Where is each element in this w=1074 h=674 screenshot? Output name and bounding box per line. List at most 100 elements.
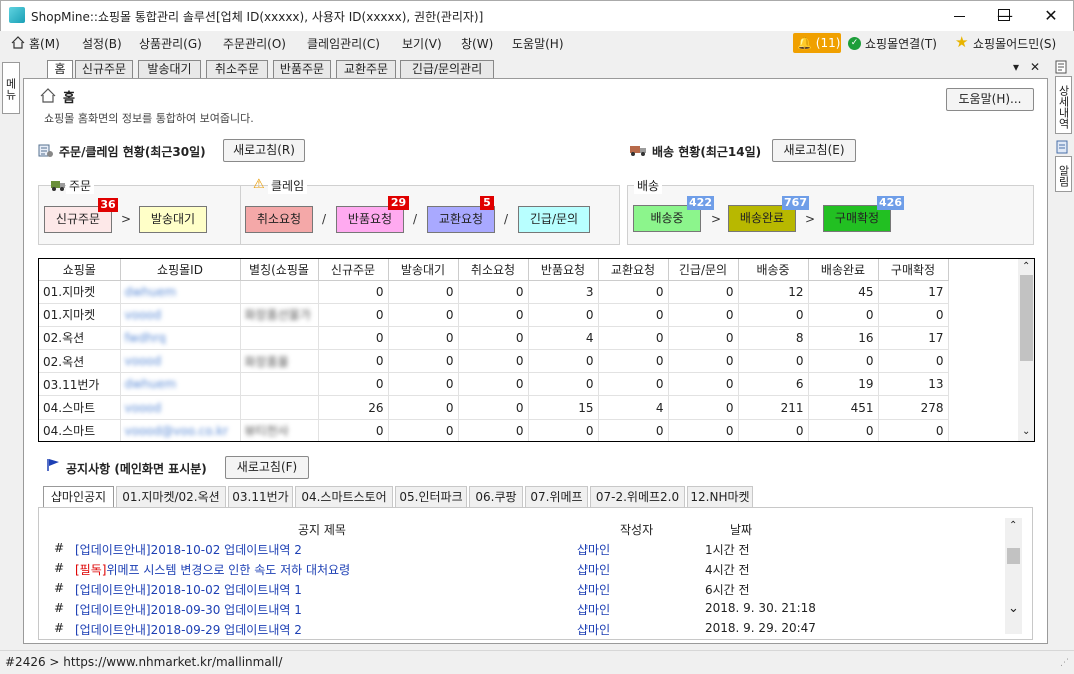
scroll-up-icon[interactable]: ⌃ — [1022, 261, 1030, 272]
menu-window[interactable]: 창(W) — [461, 35, 493, 52]
notice-title-link[interactable]: [업데이트안내]2018-09-29 업데이트내역 2 — [75, 621, 302, 638]
menu-view[interactable]: 보기(V) — [402, 35, 442, 52]
grid-col-header[interactable]: 배송완료 — [808, 259, 879, 281]
tab-return-order[interactable]: 반품주문 — [273, 60, 331, 78]
grid-row[interactable]: 04.스마트 voood 26 0 0 15 4 0 211 451 278 — [39, 395, 949, 420]
grid-col-header[interactable]: 반품요청 — [528, 259, 599, 281]
grid-col-header[interactable]: 배송중 — [738, 259, 809, 281]
tab-ship-wait[interactable]: 발송대기 — [138, 60, 201, 78]
grid-col-header[interactable]: 별칭(쇼핑몰 — [240, 259, 319, 281]
notice-tab-nhmarket[interactable]: 12.NH마켓 — [687, 486, 753, 507]
notice-tab-wemakeprice[interactable]: 07.위메프 — [525, 486, 588, 507]
side-menu-tab[interactable]: 메뉴 — [2, 62, 20, 114]
notice-title-link[interactable]: [업데이트안내]2018-10-02 업데이트내역 2 — [75, 541, 302, 558]
mall-id-cell[interactable]: voood — [120, 349, 241, 374]
notice-tab-interpark[interactable]: 05.인터파크 — [395, 486, 467, 507]
notice-tab-wemakeprice2[interactable]: 07-2.위메프2.0 — [590, 486, 685, 507]
mall-admin-button[interactable]: 쇼핑몰어드민(S) — [973, 35, 1056, 52]
tab-home[interactable]: 홈 — [47, 60, 73, 79]
notice-tab-11st[interactable]: 03.11번가 — [228, 486, 293, 507]
notice-title-link[interactable]: [업데이트안내]2018-09-30 업데이트내역 1 — [75, 601, 302, 618]
grid-col-header[interactable]: 교환요청 — [598, 259, 669, 281]
notice-refresh-button[interactable]: 새로고침(F) — [225, 456, 309, 479]
notice-row[interactable]: # [필독]위메프 시스템 변경으로 인한 속도 저하 대처요령 샵마인 4시간 전 — [48, 561, 808, 581]
grid-col-header[interactable]: 쇼핑몰 — [39, 259, 121, 281]
side-alarm-tab[interactable]: 알림 — [1055, 156, 1072, 192]
scroll-down-icon[interactable]: ⌄ — [1022, 426, 1030, 437]
grid-col-header[interactable]: 긴급/문의 — [668, 259, 739, 281]
notice-col-author: 작성자 — [620, 523, 654, 537]
notice-title-text[interactable]: 위메프 시스템 변경으로 인한 속도 저하 대처요령 — [106, 563, 350, 577]
return-request-box[interactable]: 반품요청 — [336, 206, 404, 233]
purchase-confirmed-count: 426 — [877, 196, 904, 210]
grid-col-header[interactable]: 구매확정 — [878, 259, 949, 281]
grid-row[interactable]: 01.지마켓 voood 화장품선물가 0 0 0 0 0 0 0 0 0 — [39, 303, 949, 327]
ship-wait-box[interactable]: 발송대기 — [139, 206, 207, 233]
mall-id-cell[interactable]: dwhuem — [120, 372, 241, 397]
notice-row[interactable]: # [업데이트안내]2018-10-02 업데이트내역 2 샵마인 1시간 전 — [48, 541, 808, 561]
mall-id-cell[interactable]: fwdhrq — [120, 326, 241, 351]
mall-connect-button[interactable]: 쇼핑몰연결(T) — [865, 35, 937, 52]
notice-title-link[interactable]: [필독]위메프 시스템 변경으로 인한 속도 저하 대처요령 — [75, 561, 350, 578]
grid-col-header[interactable]: 쇼핑몰ID — [120, 259, 241, 281]
notice-prefix: [필독] — [75, 563, 107, 577]
menu-settings[interactable]: 설정(B) — [82, 35, 122, 52]
grid-col-header[interactable]: 취소요청 — [458, 259, 529, 281]
grid-row[interactable]: 02.옥션 fwdhrq 0 0 0 4 0 0 8 16 17 — [39, 326, 949, 351]
mall-id-cell[interactable]: dwhuem — [120, 280, 241, 304]
notice-title-text[interactable]: [업데이트안내]2018-10-02 업데이트내역 2 — [75, 543, 302, 557]
cancel-request-box[interactable]: 취소요청 — [245, 206, 313, 233]
menu-product[interactable]: 상품관리(G) — [139, 35, 202, 52]
help-button[interactable]: 도움말(H)... — [946, 88, 1034, 111]
count-cell: 0 — [878, 303, 949, 327]
notice-scrollbar[interactable] — [1005, 518, 1022, 634]
mall-id-cell[interactable]: voood — [120, 395, 241, 420]
notice-row[interactable]: # [업데이트안내]2018-09-30 업데이트내역 1 샵마인 2018. 9. … — [48, 601, 816, 621]
notice-tab-smartstore[interactable]: 04.스마트스토어 — [295, 486, 393, 507]
tab-urgent-inquiry[interactable]: 긴급/문의관리 — [400, 60, 494, 78]
notice-title-text[interactable]: [업데이트안내]2018-10-02 업데이트내역 1 — [75, 583, 302, 597]
ship-refresh-button[interactable]: 새로고침(E) — [772, 139, 856, 162]
tab-list-dropdown[interactable]: ▾ — [1013, 60, 1019, 74]
notice-tab-gmarket-auction[interactable]: 01.지마켓/02.옥션 — [116, 486, 226, 507]
alarm-button[interactable]: 🔔 (11) — [793, 33, 841, 53]
count-cell: 0 — [318, 419, 389, 441]
tab-new-order[interactable]: 신규주문 — [75, 60, 133, 78]
notice-title-text[interactable]: [업데이트안내]2018-09-29 업데이트내역 2 — [75, 623, 302, 637]
tab-cancel-order[interactable]: 취소주문 — [206, 60, 268, 78]
grid-row[interactable]: 04.스마트 voood@voo.co.kr 뷰티천사 0 0 0 0 0 0 0 0 0 — [39, 419, 949, 441]
notice-row[interactable]: # [업데이트안내]2018-09-29 업데이트내역 2 샵마인 2018. 9. … — [48, 621, 816, 641]
grid-row[interactable]: 03.11번가 dwhuem 0 0 0 0 0 0 6 19 13 — [39, 372, 949, 397]
tab-exchange-order[interactable]: 교환주문 — [336, 60, 396, 78]
menu-help[interactable]: 도움말(H) — [512, 35, 564, 52]
exchange-request-box[interactable]: 교환요청 — [427, 206, 495, 233]
notice-scroll-down-icon[interactable]: ⌄ — [1008, 601, 1019, 616]
minimize-button-alt[interactable] — [936, 0, 982, 31]
mall-id-cell[interactable]: voood@voo.co.kr — [120, 419, 241, 441]
urgent-inquiry-box[interactable]: 긴급/문의 — [518, 206, 590, 233]
order-refresh-button[interactable]: 새로고침(R) — [223, 139, 305, 162]
notice-title-text[interactable]: [업데이트안내]2018-09-30 업데이트내역 1 — [75, 603, 302, 617]
count-cell: 6 — [738, 372, 809, 397]
notice-title-link[interactable]: [업데이트안내]2018-10-02 업데이트내역 1 — [75, 581, 302, 598]
side-detail-tab[interactable]: 상세내역 — [1055, 76, 1072, 134]
resize-grip-icon[interactable]: ⋰ — [1060, 658, 1069, 668]
grid-scroll-thumb[interactable] — [1020, 275, 1033, 361]
tab-close-button[interactable]: ✕ — [1030, 60, 1040, 74]
grid-row[interactable]: 01.지마켓 dwhuem 0 0 0 3 0 0 12 45 17 — [39, 280, 949, 304]
menu-order[interactable]: 주문관리(O) — [223, 35, 286, 52]
grid-row[interactable]: 02.옥션 voood 화장품몰 0 0 0 0 0 0 0 0 0 — [39, 349, 949, 374]
grid-col-header[interactable]: 신규주문 — [318, 259, 389, 281]
notice-tab-shopmine[interactable]: 샵마인공지 — [43, 486, 114, 508]
mall-id-cell[interactable]: voood — [120, 303, 241, 327]
grid-col-header[interactable]: 발송대기 — [388, 259, 459, 281]
mall-name-cell: 02.옥션 — [39, 349, 121, 374]
notice-row[interactable]: # [업데이트안내]2018-10-02 업데이트내역 1 샵마인 6시간 전 — [48, 581, 808, 601]
maximize-button[interactable] — [998, 9, 1010, 21]
close-button[interactable]: ✕ — [1028, 0, 1074, 31]
menu-claim[interactable]: 클레임관리(C) — [307, 35, 380, 52]
notice-scroll-thumb[interactable] — [1007, 548, 1020, 564]
notice-scroll-up-icon[interactable]: ⌃ — [1009, 520, 1017, 531]
menu-home[interactable]: 홈(M) — [29, 35, 60, 52]
notice-tab-coupang[interactable]: 06.쿠팡 — [469, 486, 523, 507]
